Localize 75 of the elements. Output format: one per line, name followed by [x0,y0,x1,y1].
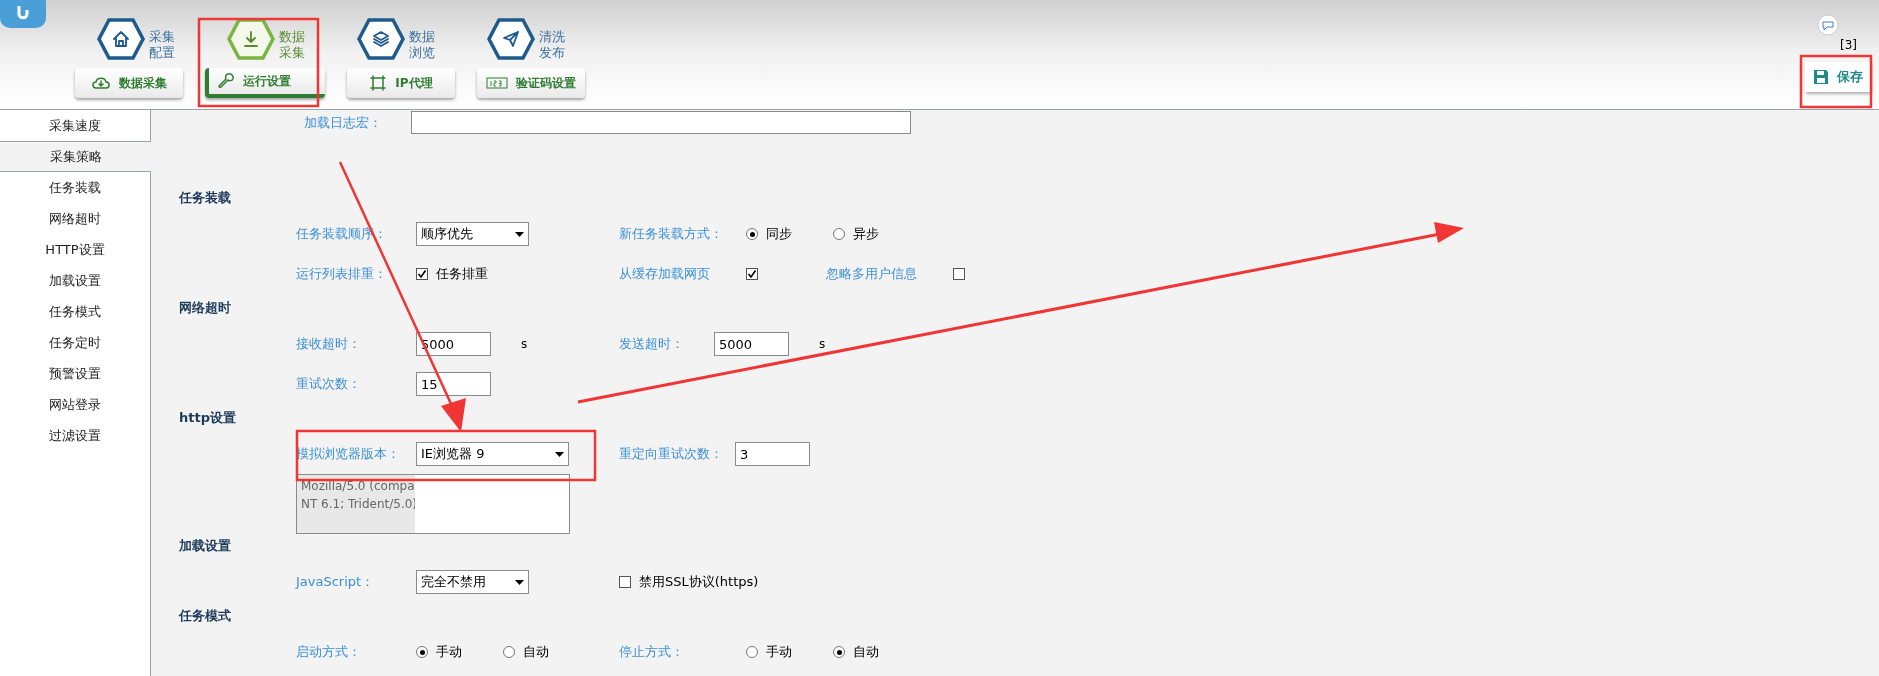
radio-button[interactable] [833,228,845,240]
paper-plane-icon [504,32,518,46]
radio-button[interactable] [746,646,758,658]
radio-button[interactable] [416,646,428,658]
module-label: 清洗 发布 [539,29,565,61]
input-field[interactable]: 3 [735,442,810,466]
dropdown-value: IE浏览器 9 [421,445,485,464]
dropdown-caret-icon [515,579,524,585]
radio-option[interactable]: 自动 [503,642,590,662]
radio-button[interactable] [503,646,515,658]
notification-count: [3] [1840,37,1857,54]
checkbox-label: 禁用SSL协议(https) [639,573,759,592]
field-label: 新任务装载方式： [619,225,724,244]
dropdown-value: 完全不禁用 [421,573,486,592]
dropdown-caret-icon [515,231,524,237]
download-icon [245,32,257,46]
module-hexagon-button[interactable] [487,18,535,60]
radio-button[interactable] [746,228,758,240]
toolbar-button[interactable]: IP代理 [347,68,455,98]
checkbox-label: 任务排重 [436,265,488,284]
home-icon [114,32,128,46]
wrench-icon [217,72,235,90]
field-label: 发送超时： [619,335,685,354]
section-title: 任务模式 [179,607,232,625]
module-hexagon-button[interactable] [357,18,405,60]
dropdown[interactable]: IE浏览器 9 [416,442,569,466]
dropdown[interactable]: 完全不禁用 [416,570,529,594]
input-field[interactable]: 5000 [714,332,789,356]
field-label: 启动方式： [296,643,362,662]
cloud-download-icon [91,75,111,91]
module-label: 数据 浏览 [409,29,435,61]
dropdown-caret-icon [555,451,564,457]
unit-label: s [521,336,528,353]
toolbar-button[interactable]: 运行设置 [205,68,325,98]
field-label: 运行列表排重： [296,265,388,284]
checkbox[interactable] [619,576,631,588]
checkbox[interactable] [953,268,965,280]
section-title: 网络超时 [179,299,232,317]
toolbar-button[interactable]: 验证码设置 [477,68,585,98]
field-label: 重试次数： [296,375,362,394]
layers-icon [374,32,388,46]
module-label: 采集 配置 [149,29,175,61]
field-label: 从缓存加载网页 [619,265,711,284]
field-label: 忽略多用户信息 [826,265,918,284]
field-label: 模拟浏览器版本： [296,445,401,464]
module-hexagon-button[interactable] [97,18,145,60]
dropdown-value: 顺序优先 [421,225,473,244]
sidebar-item[interactable]: 采集策略 [0,141,151,172]
radio-option[interactable]: 自动 [833,642,920,662]
input-field[interactable]: 15 [416,372,491,396]
toolbar-button[interactable]: 数据采集 [75,68,183,98]
section-title: http设置 [179,409,237,427]
section-title: 任务装载 [179,189,232,207]
input-field[interactable] [411,111,911,134]
radio-option[interactable]: 异步 [833,224,920,244]
field-label: 重定向重试次数： [619,445,724,464]
radio-option[interactable]: 手动 [416,642,503,662]
dropdown[interactable]: 顺序优先 [416,222,529,246]
radio-option[interactable]: 同步 [746,224,833,244]
app-logo [0,0,46,28]
radio-option[interactable]: 手动 [746,642,833,662]
radio-button[interactable] [833,646,845,658]
section-title: 加载设置 [179,537,232,555]
field-label: 停止方式： [619,643,685,662]
digits-box-icon [486,76,508,90]
field-label: 加载日志宏： [304,113,383,132]
field-label: JavaScript： [296,573,376,592]
module-label: 数据 采集 [279,29,305,61]
unit-label: s [819,336,826,353]
checkbox[interactable] [746,268,758,280]
module-hexagon-button[interactable] [227,18,275,60]
checkbox[interactable] [416,268,428,280]
field-label: 接收超时： [296,335,362,354]
crop-frame-icon [369,74,388,92]
save-button[interactable]: 保存 [1805,62,1871,92]
